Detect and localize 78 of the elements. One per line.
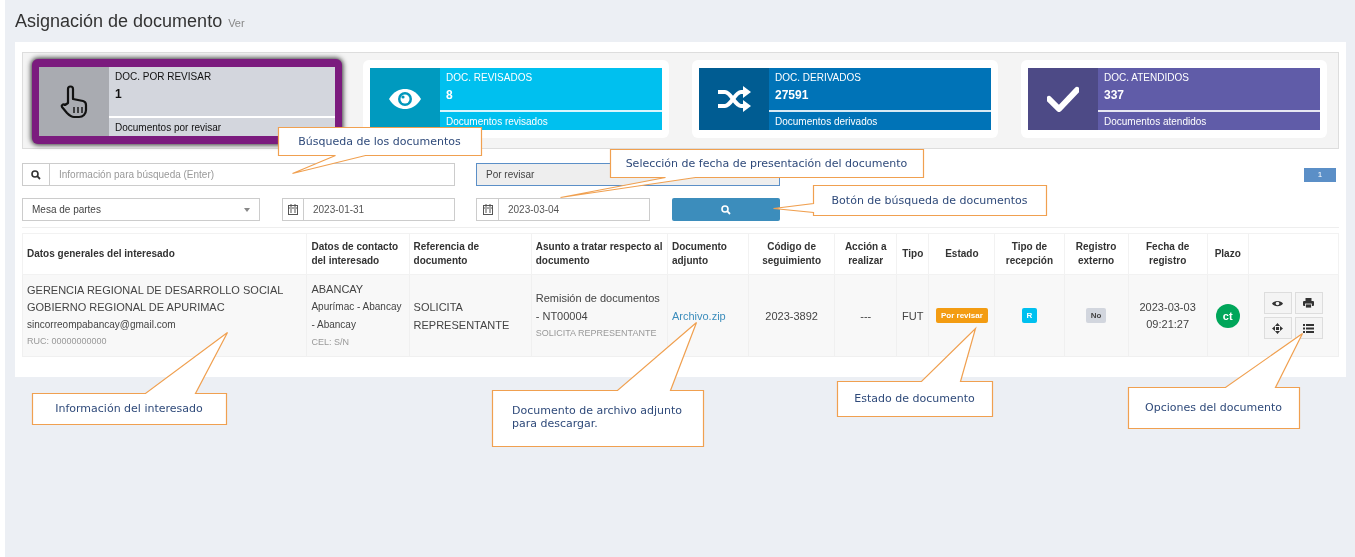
printer-icon — [1303, 298, 1315, 308]
page-title: Asignación de documento — [15, 11, 223, 32]
column-header: Documento adjunto — [667, 233, 749, 275]
stat-caption: Documentos atendidos — [1104, 116, 1207, 127]
column-header: Datos generales del interesado — [22, 233, 307, 275]
four-arrows-icon — [1272, 322, 1284, 334]
view-button[interactable] — [1263, 292, 1292, 314]
callout-text: Opciones del documento — [1144, 401, 1283, 414]
external-badge: No — [1085, 308, 1107, 323]
column-header: Tipo de recepción — [994, 233, 1064, 275]
stat-count: 8 — [446, 88, 454, 102]
table-cell: --- — [834, 274, 897, 357]
entity-name: GERENCIA REGIONAL DE DESARROLLO SOCIAL — [27, 282, 285, 298]
checkmark-icon — [1047, 86, 1079, 112]
area-select[interactable]: Mesa de partes — [22, 198, 260, 221]
location-text: Apurímac - Abancay - Abancay — [311, 299, 403, 332]
stat-card[interactable]: DOC. ATENDIDOS 337 Documentos atendidos — [1028, 68, 1320, 130]
callout-text: Estado de documento — [853, 392, 976, 405]
move-button[interactable] — [1263, 317, 1292, 339]
list-icon — [1303, 323, 1315, 333]
callout-text: Botón de búsqueda de documentos — [830, 193, 1029, 207]
subject-text: Remisión de documentos - NT00004 — [535, 291, 661, 324]
column-header: Acción a realizar — [834, 233, 897, 275]
stat-count: 337 — [1104, 88, 1126, 102]
reception-badge: R — [1021, 308, 1038, 323]
stat-label: DOC. POR REVISAR — [115, 71, 213, 82]
stat-caption: Documentos derivados — [775, 116, 878, 127]
column-header: Tipo — [896, 233, 929, 275]
date-field[interactable]: 2023-01-31 — [304, 199, 454, 220]
column-header: Datos de contacto del interesado — [306, 233, 410, 275]
column-header: Fecha de registro — [1128, 233, 1208, 275]
stat-card[interactable]: DOC. DERIVADOS 27591 Documentos derivados — [699, 68, 991, 130]
print-button[interactable] — [1294, 292, 1323, 314]
stat-count: 27591 — [775, 88, 810, 102]
stat-caption: Documentos revisados — [446, 116, 548, 127]
city-text: ABANCAY — [311, 281, 365, 297]
callout-text: Búsqueda de los documentos — [297, 134, 462, 148]
calendar-icon — [482, 204, 493, 215]
deadline-badge: ct — [1215, 303, 1240, 328]
column-header: Plazo — [1207, 233, 1249, 275]
table-cell: 2023-03-03 09:21:27 — [1128, 274, 1208, 357]
column-header: Estado — [928, 233, 995, 275]
date-picker[interactable]: 2023-03-04 — [476, 198, 650, 221]
eye-icon — [388, 88, 422, 110]
email-text: sincorreompabancay@gmail.com — [27, 317, 177, 332]
ruc-text: RUC: 00000000000 — [27, 334, 108, 348]
callout-text: Selección de fecha de presentación del documento — [624, 156, 909, 170]
subject-note: SOLICITA REPRESENTANTE — [535, 327, 658, 340]
status-badge: Por revisar — [935, 308, 988, 323]
stat-label: DOC. DERIVADOS — [775, 72, 862, 83]
stat-caption: Documentos por revisar — [115, 122, 222, 133]
stat-label: DOC. REVISADOS — [446, 72, 534, 83]
table-cell: SOLICITA REPRESENTANTE — [409, 274, 532, 357]
table-cell: 2023-3892 — [748, 274, 835, 357]
search-icon — [721, 204, 731, 215]
column-header: Referencia de documento — [409, 233, 532, 275]
shuffle-icon — [716, 85, 752, 113]
search-icon — [31, 169, 41, 180]
pointing-hand-icon — [59, 84, 89, 119]
stat-label: DOC. ATENDIDOS — [1104, 72, 1190, 83]
stat-card[interactable]: DOC. POR REVISAR 1 Documentos por revisar — [39, 67, 335, 136]
column-header: Asunto a tratar respecto al documento — [531, 233, 668, 275]
attachment-link[interactable]: Archivo.zip — [671, 309, 726, 322]
column-header: Registro externo — [1064, 233, 1129, 275]
column-header: Código de seguimiento — [748, 233, 835, 275]
stat-count: 1 — [115, 87, 123, 101]
page-subtitle: Ver — [228, 17, 245, 29]
list-button[interactable] — [1294, 317, 1323, 339]
phone-text: CEL: S/N — [311, 335, 350, 349]
calendar-icon — [288, 204, 298, 215]
callout-text: Información del interesado — [54, 402, 204, 415]
date-field[interactable]: 2023-03-04 — [499, 199, 649, 220]
eye-icon — [1272, 299, 1284, 307]
table-cell: FUT — [896, 274, 929, 357]
date-picker[interactable]: 2023-01-31 — [282, 198, 455, 221]
callout-text: Documento de archivo adjunto para descargar. — [512, 404, 684, 430]
dropdown-caret-icon — [244, 207, 250, 212]
parent-entity-name: GOBIERNO REGIONAL DE APURIMAC — [27, 299, 226, 315]
